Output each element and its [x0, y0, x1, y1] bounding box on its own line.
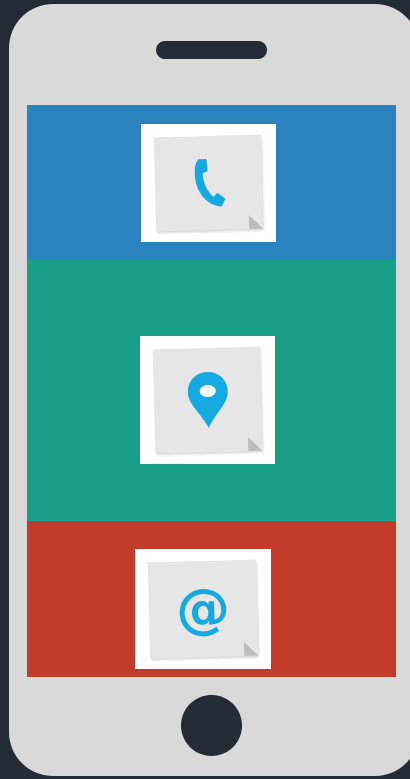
note-fold	[248, 214, 264, 229]
contact-panel-location[interactable]	[27, 260, 396, 521]
location-tile[interactable]	[140, 336, 275, 464]
smartphone-illustration: @	[9, 4, 410, 776]
contact-panel-phone[interactable]	[27, 105, 396, 260]
contact-panel-email[interactable]: @	[27, 521, 396, 677]
at-sign-icon: @	[175, 576, 231, 641]
sticky-note	[153, 134, 264, 232]
sticky-note	[152, 346, 263, 454]
email-tile[interactable]: @	[135, 549, 271, 669]
phone-tile[interactable]	[141, 124, 276, 242]
note-fold	[243, 641, 259, 656]
home-button[interactable]	[181, 695, 242, 756]
location-pin-icon	[187, 372, 228, 428]
note-fold	[247, 436, 263, 451]
phone-speaker	[156, 41, 267, 59]
sticky-note: @	[147, 559, 259, 659]
phone-screen: @	[27, 105, 396, 677]
phone-icon	[194, 159, 225, 207]
